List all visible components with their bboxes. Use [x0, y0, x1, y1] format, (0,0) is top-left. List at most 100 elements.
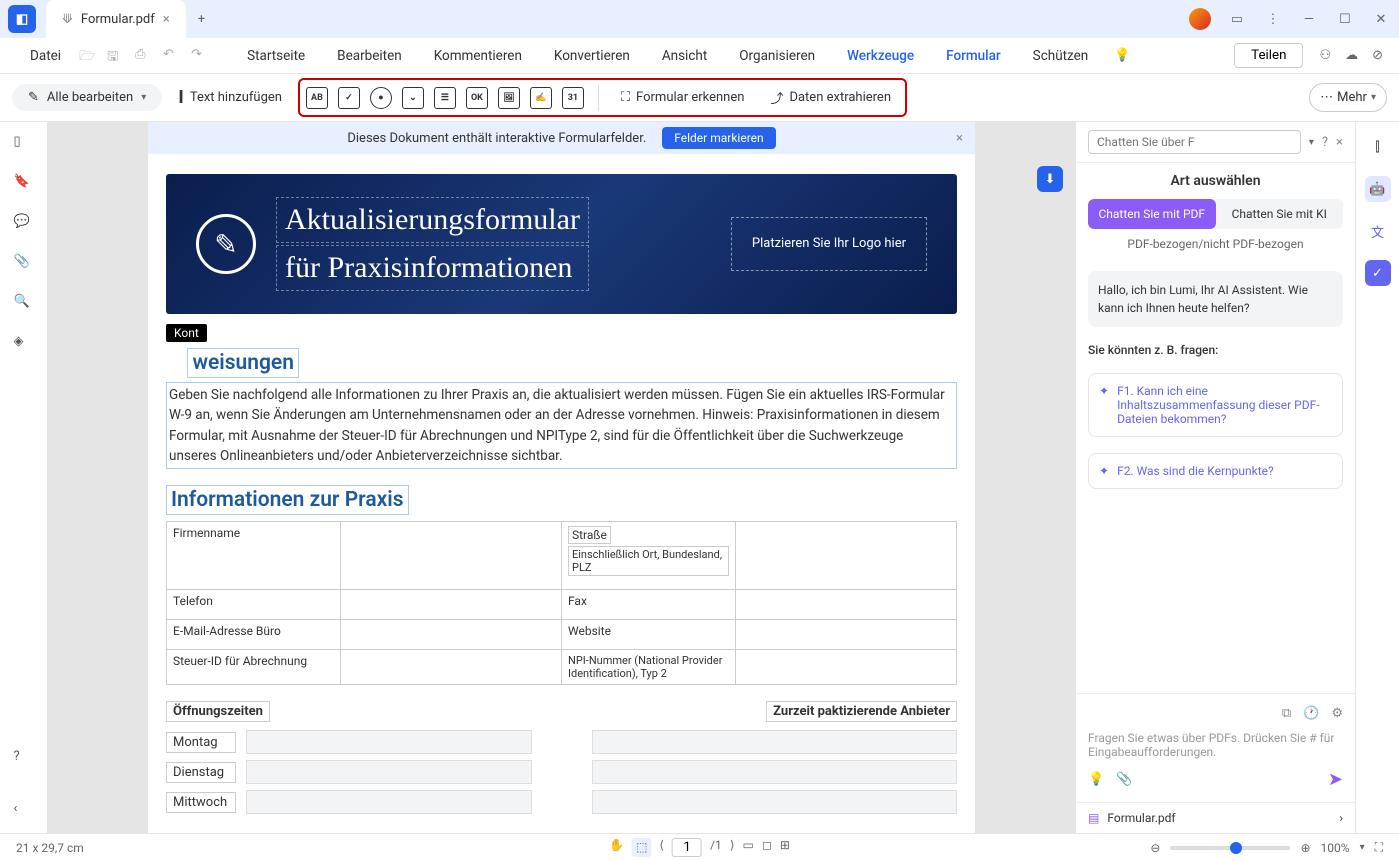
label-fax[interactable]: Fax [562, 590, 736, 620]
day-monday[interactable]: Montag [166, 732, 236, 753]
minimize-icon[interactable]: — [1299, 9, 1319, 29]
label-firma[interactable]: Firmenname [167, 522, 341, 590]
select-tool-icon[interactable]: ⬚ [632, 838, 651, 857]
chevron-down-icon[interactable]: ▾ [1360, 842, 1365, 853]
view-mode-icon[interactable]: ⊞ [780, 838, 790, 857]
section-practice-title[interactable]: Informationen zur Praxis [166, 485, 409, 515]
menu-form[interactable]: Formular [932, 42, 1015, 70]
field-email[interactable] [340, 620, 561, 650]
label-ort[interactable]: Einschließlich Ort, Bundesland, PLZ [568, 546, 729, 576]
field-provider-2[interactable] [592, 760, 958, 784]
close-panel-icon[interactable]: × [1336, 135, 1343, 150]
highlight-fields-button[interactable]: Felder markieren [662, 127, 775, 149]
download-floating-button[interactable]: ⬇ [1037, 166, 1063, 192]
attached-file-chip[interactable]: ▤ Formular.pdf › [1076, 802, 1355, 833]
send-message-icon[interactable]: ➤ [1328, 769, 1343, 790]
day-tuesday[interactable]: Dienstag [166, 762, 236, 783]
panel-icon[interactable]: ▭ [1227, 9, 1247, 29]
text-field-icon[interactable]: AB [306, 87, 328, 109]
field-tel[interactable] [340, 590, 561, 620]
button-field-icon[interactable]: OK [466, 87, 488, 109]
label-strasse[interactable]: Straße [568, 526, 611, 544]
zoom-out-icon[interactable]: ⊖ [1150, 841, 1160, 855]
field-wednesday[interactable] [246, 790, 532, 814]
chevron-right-icon[interactable]: › [1339, 811, 1343, 825]
field-npi[interactable] [735, 650, 956, 685]
help-icon[interactable]: ? [14, 749, 34, 769]
settings-gear-icon[interactable]: ⚙ [1331, 706, 1343, 721]
thumbnails-icon[interactable]: ▯ [14, 134, 34, 154]
open-icon[interactable]: 🗁 [79, 47, 97, 65]
label-steuer[interactable]: Steuer-ID für Abrechnung [167, 650, 341, 685]
share-link-icon[interactable]: ⚇ [1319, 48, 1331, 63]
maximize-icon[interactable]: ☐ [1335, 9, 1355, 29]
layers-icon[interactable]: ◈ [14, 334, 34, 354]
check-badge-icon[interactable]: ✓ [1365, 260, 1391, 286]
new-tab-button[interactable]: + [198, 12, 205, 27]
instructions-text[interactable]: Geben Sie nachfolgend alle Informationen… [166, 382, 957, 469]
close-tab-icon[interactable]: × [163, 12, 170, 27]
history-icon[interactable]: 🕐 [1303, 706, 1319, 721]
field-firma[interactable] [340, 522, 561, 590]
chevron-down-icon[interactable]: ▾ [141, 92, 146, 103]
label-tel[interactable]: Telefon [167, 590, 341, 620]
search-icon[interactable]: 🔍 [14, 294, 34, 314]
comments-icon[interactable]: 💬 [14, 214, 34, 234]
label-email[interactable]: E-Mail-Adresse Büro [167, 620, 341, 650]
kebab-menu-icon[interactable]: ⋮ [1263, 9, 1283, 29]
section-instructions-title[interactable]: weisungen [187, 348, 298, 378]
menu-comment[interactable]: Kommentieren [420, 42, 536, 70]
chevron-down-icon[interactable]: ▾ [1309, 137, 1314, 148]
fit-width-icon[interactable]: ▭ [743, 838, 754, 857]
lightbulb-icon[interactable]: 💡 [1114, 48, 1130, 63]
collapse-sidebar-icon[interactable]: ‹ [14, 801, 34, 821]
field-steuer[interactable] [340, 650, 561, 685]
field-tuesday[interactable] [246, 760, 532, 784]
label-web[interactable]: Website [562, 620, 736, 650]
schedule-providers-title[interactable]: Zurzeit paktizierende Anbieter [766, 701, 957, 722]
zoom-in-icon[interactable]: ⊕ [1300, 841, 1310, 855]
radio-field-icon[interactable]: ● [370, 87, 392, 109]
print-icon[interactable]: ⎙ [135, 47, 153, 65]
form-title-line1[interactable]: Aktualisierungsformular [276, 197, 589, 243]
share-button[interactable]: Teilen [1234, 43, 1303, 68]
recognize-form-button[interactable]: ⛶ Formular erkennen [613, 84, 753, 111]
date-field-icon[interactable]: 31 [562, 87, 584, 109]
fit-page-icon[interactable]: ◻ [762, 838, 772, 857]
menu-file[interactable]: Datei [16, 42, 75, 70]
more-button[interactable]: ⋯ Mehr ▾ [1309, 83, 1387, 112]
save-icon[interactable]: 🖫 [107, 47, 125, 65]
field-provider-3[interactable] [592, 790, 958, 814]
field-fax[interactable] [735, 590, 956, 620]
copy-icon[interactable]: ⧉ [1282, 706, 1291, 721]
banner-close-icon[interactable]: × [956, 131, 963, 146]
fullscreen-icon[interactable]: ⛶ [1375, 840, 1383, 855]
add-text-button[interactable]: 𝐈 Text hinzufügen [170, 81, 290, 114]
menu-edit[interactable]: Bearbeiten [323, 42, 416, 70]
close-window-icon[interactable]: ✕ [1371, 9, 1391, 29]
form-title-line2[interactable]: für Praxisinformationen [276, 245, 589, 291]
attach-icon[interactable]: 📎 [1116, 772, 1132, 787]
schedule-hours-title[interactable]: Öffnungszeiten [166, 701, 270, 722]
hand-tool-icon[interactable]: ✋ [609, 838, 624, 857]
label-npi[interactable]: NPI-Nummer (National Provider Identifica… [562, 650, 736, 685]
document-tab[interactable]: ⟱ Formular.pdf × [46, 0, 186, 38]
idea-icon[interactable]: 💡 [1088, 772, 1104, 787]
logo-placeholder[interactable]: Platzieren Sie Ihr Logo hier [731, 217, 927, 271]
sliders-icon[interactable]: ⫿ [1365, 134, 1391, 160]
suggestion-q1[interactable]: ✦F1. Kann ich eine Inhaltszusammenfassun… [1088, 373, 1343, 437]
listbox-field-icon[interactable]: ☰ [434, 87, 456, 109]
prev-page-icon[interactable]: ⟨ [659, 838, 664, 857]
cloud-icon[interactable]: ☁ [1345, 48, 1358, 63]
suggestion-q2[interactable]: ✦F2. Was sind die Kernpunkte? [1088, 453, 1343, 489]
field-web[interactable] [735, 620, 956, 650]
menu-view[interactable]: Ansicht [648, 42, 721, 70]
notification-icon[interactable]: ⊘ [1372, 48, 1383, 63]
checkbox-field-icon[interactable]: ✓ [338, 87, 360, 109]
undo-icon[interactable]: ↶ [163, 47, 181, 65]
user-avatar[interactable] [1189, 8, 1211, 30]
ai-bot-icon[interactable]: 🤖 [1365, 176, 1391, 202]
day-wednesday[interactable]: Mittwoch [166, 792, 236, 813]
dropdown-field-icon[interactable]: ⌄ [402, 87, 424, 109]
menu-start[interactable]: Startseite [233, 42, 319, 70]
